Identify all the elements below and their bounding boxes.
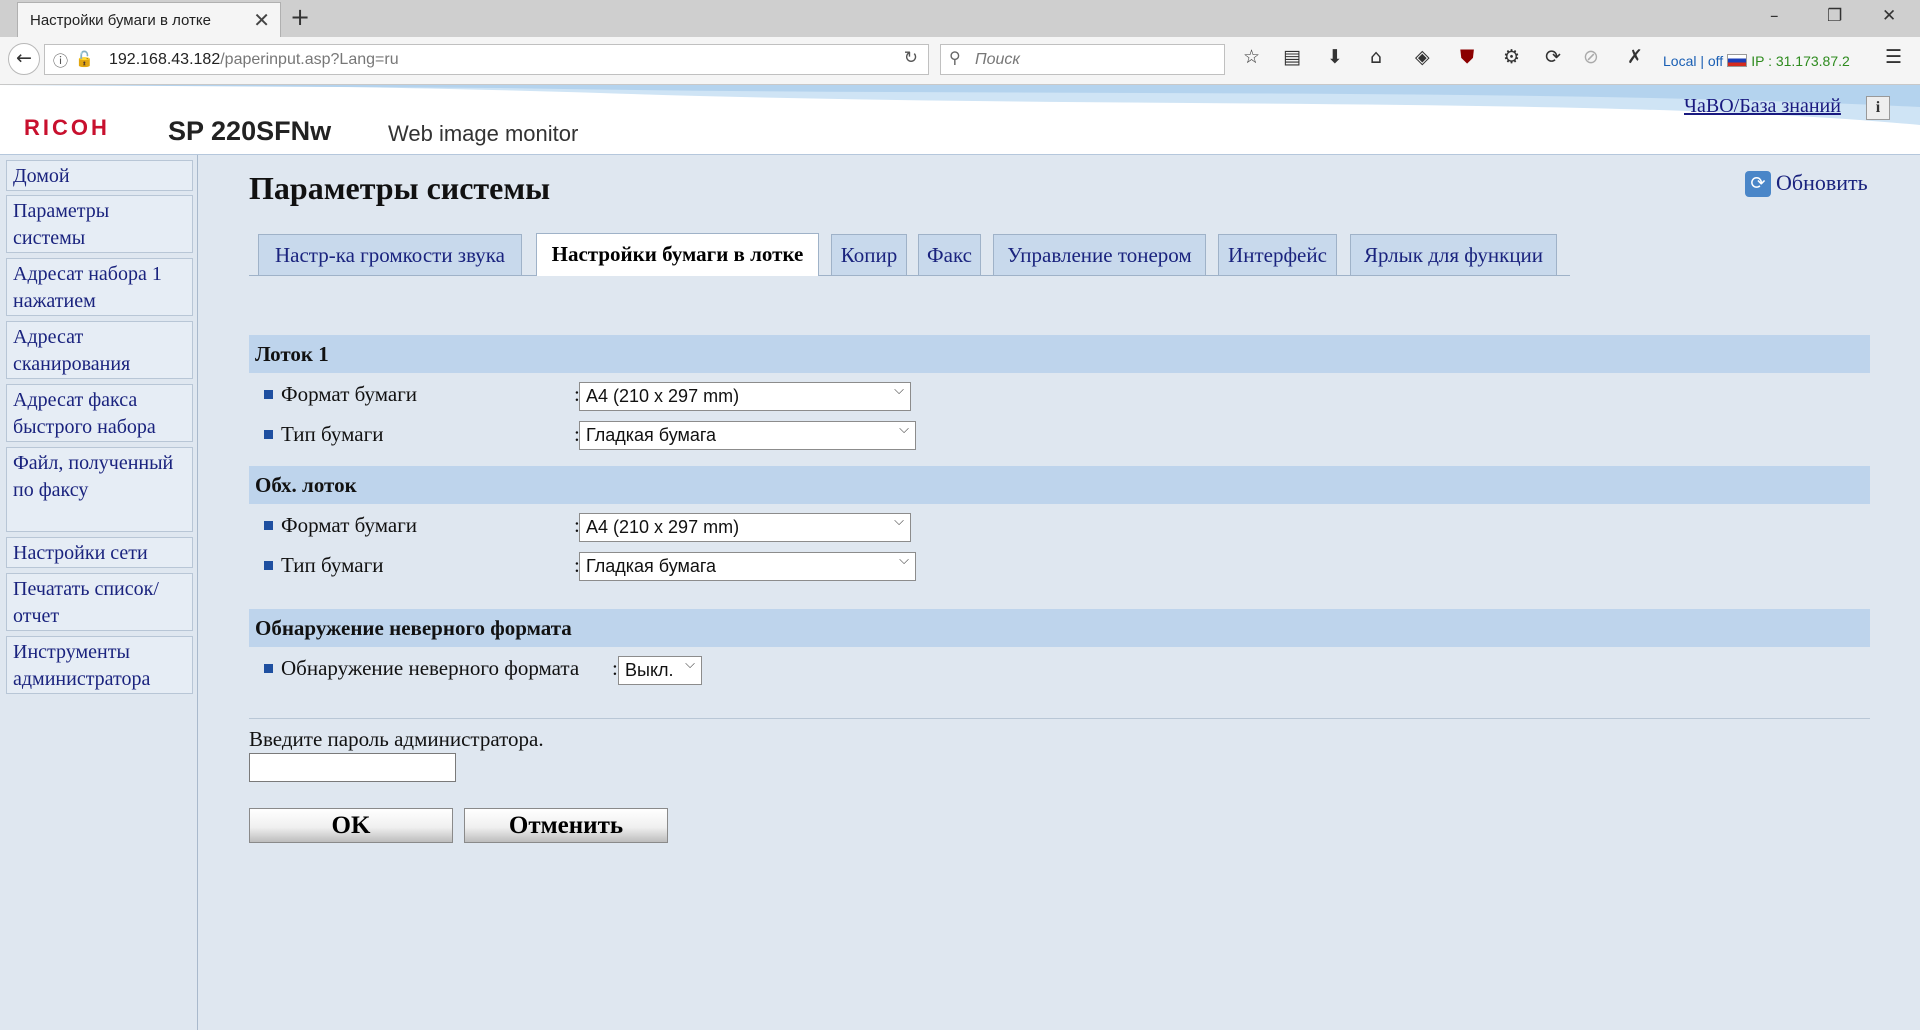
chevron-down-icon: ⌵ [899, 553, 909, 568]
sidebar-item-system-settings[interactable]: Параметры системы [6, 195, 193, 253]
insecure-lock-icon: 🔓 [75, 50, 94, 68]
chevron-down-icon: ⌵ [685, 657, 695, 672]
menu-icon[interactable]: ☰ [1885, 46, 1902, 68]
proxy-x-icon[interactable]: ✗ [1627, 46, 1643, 68]
ricoh-logo: RICOH [24, 115, 110, 140]
browser-nav-bar: ← ⓘ 🔓 192.168.43.182/paperinput.asp?Lang… [0, 37, 1920, 85]
ublock-icon[interactable]: ⛊ [1460, 46, 1474, 68]
bullet-icon [264, 430, 273, 439]
admin-password-label: Введите пароль администратора. [249, 727, 544, 751]
size-mismatch-select[interactable]: Выкл. ⌵ [618, 656, 702, 685]
bypass-paper-type-label: Тип бумаги [264, 553, 383, 578]
new-tab-icon[interactable]: + [290, 3, 310, 31]
proxy-status[interactable]: Local | off IP : 31.173.87.2 [1663, 53, 1850, 69]
admin-password-input[interactable] [249, 753, 456, 782]
reading-list-icon[interactable]: ▤ [1283, 46, 1301, 68]
home-icon[interactable]: ⌂ [1370, 46, 1382, 68]
tab-interface[interactable]: Интерфейс [1218, 234, 1337, 275]
extension-icon[interactable]: ⚙ [1503, 46, 1520, 68]
search-placeholder: Поиск [975, 51, 1020, 68]
minimize-icon[interactable]: – [1770, 6, 1779, 26]
russia-flag-icon [1727, 54, 1748, 67]
chevron-down-icon: ⌵ [899, 422, 909, 437]
bypass-paper-size-label: Формат бумаги [264, 513, 417, 538]
section-header-size-mismatch: Обнаружение неверного формата [249, 609, 1870, 647]
tray1-paper-size-label: Формат бумаги [264, 382, 417, 407]
back-arrow-icon[interactable]: ← [8, 43, 40, 75]
block-icon[interactable]: ⊘ [1583, 46, 1599, 68]
ok-button[interactable]: OK [249, 808, 453, 843]
faq-link[interactable]: ЧаВО/База знаний [1684, 95, 1841, 118]
bullet-icon [264, 561, 273, 570]
tray1-paper-size-select[interactable]: A4 (210 x 297 mm) ⌵ [579, 382, 911, 411]
info-icon[interactable]: i [1866, 96, 1890, 120]
address-bar[interactable]: ⓘ 🔓 192.168.43.182/paperinput.asp?Lang=r… [44, 44, 929, 75]
bypass-paper-size-select[interactable]: A4 (210 x 297 mm) ⌵ [579, 513, 911, 542]
sidebar-item-admin-tools[interactable]: Инструменты администратора [6, 636, 193, 694]
tab-function-shortcut[interactable]: Ярлык для функции [1350, 234, 1557, 275]
bullet-icon [264, 521, 273, 530]
bypass-paper-type-select[interactable]: Гладкая бумага ⌵ [579, 552, 916, 581]
sidebar-item-fax-received-file[interactable]: Файл, полученный по факсу [6, 447, 193, 532]
pocket-icon[interactable]: ◈ [1415, 46, 1430, 68]
divider [249, 718, 1870, 719]
sidebar-item-network-settings[interactable]: Настройки сети [6, 537, 193, 568]
site-info-icon[interactable]: ⓘ [53, 50, 68, 71]
download-icon[interactable]: ⬇ [1327, 46, 1343, 68]
chevron-down-icon: ⌵ [894, 514, 904, 529]
tab-fax[interactable]: Факс [918, 234, 981, 275]
tabs-baseline [249, 275, 1570, 276]
reload-icon[interactable]: ↻ [904, 48, 918, 68]
tab-tray-paper[interactable]: Настройки бумаги в лотке [536, 233, 819, 276]
sidebar-item-one-touch-dial[interactable]: Адресат набора 1 нажатием [6, 258, 193, 316]
close-tab-icon[interactable]: ✕ [253, 8, 270, 32]
sync-icon[interactable]: ⟳ [1545, 46, 1561, 68]
tray1-paper-type-label: Тип бумаги [264, 422, 383, 447]
sidebar-item-fax-speed-dial[interactable]: Адресат факса быстрого набора [6, 384, 193, 442]
browser-tab-bar: Настройки бумаги в лотке ✕ + – ❐ ✕ [0, 0, 1920, 37]
restore-icon[interactable]: ❐ [1827, 6, 1842, 26]
sidebar-item-print-list[interactable]: Печатать список/отчет [6, 573, 193, 631]
model-name: SP 220SFNw [168, 116, 332, 146]
page-header: RICOH SP 220SFNw Web image monitor ЧаВО/… [0, 85, 1920, 155]
window-close-icon[interactable]: ✕ [1882, 6, 1896, 26]
size-mismatch-label: Обнаружение неверного формата [264, 656, 579, 681]
tab-volume[interactable]: Настр-ка громкости звука [258, 234, 522, 275]
refresh-link[interactable]: Обновить [1776, 170, 1868, 196]
sidebar-item-scan-destination[interactable]: Адресат сканирования [6, 321, 193, 379]
browser-tab[interactable]: Настройки бумаги в лотке ✕ [17, 2, 281, 37]
tab-copier[interactable]: Копир [831, 234, 907, 275]
page-title: Параметры системы [249, 170, 551, 206]
section-header-bypass-tray: Обх. лоток [249, 466, 1870, 504]
sidebar: Домой Параметры системы Адресат набора 1… [0, 155, 198, 1030]
tray1-paper-type-select[interactable]: Гладкая бумага ⌵ [579, 421, 916, 450]
bullet-icon [264, 390, 273, 399]
tab-toner[interactable]: Управление тонером [993, 234, 1206, 275]
sidebar-item-home[interactable]: Домой [6, 160, 193, 191]
browser-tab-title: Настройки бумаги в лотке [30, 12, 211, 29]
bullet-icon [264, 664, 273, 673]
url-text: 192.168.43.182/paperinput.asp?Lang=ru [109, 51, 399, 68]
search-icon: ⚲ [949, 48, 961, 67]
chevron-down-icon: ⌵ [894, 383, 904, 398]
app-name: Web image monitor [388, 121, 579, 146]
search-input[interactable]: ⚲ Поиск [940, 44, 1225, 75]
section-header-tray1: Лоток 1 [249, 335, 1870, 373]
cancel-button[interactable]: Отменить [464, 808, 668, 843]
bookmark-star-icon[interactable]: ☆ [1243, 46, 1260, 68]
refresh-icon[interactable]: ⟳ [1745, 171, 1771, 197]
